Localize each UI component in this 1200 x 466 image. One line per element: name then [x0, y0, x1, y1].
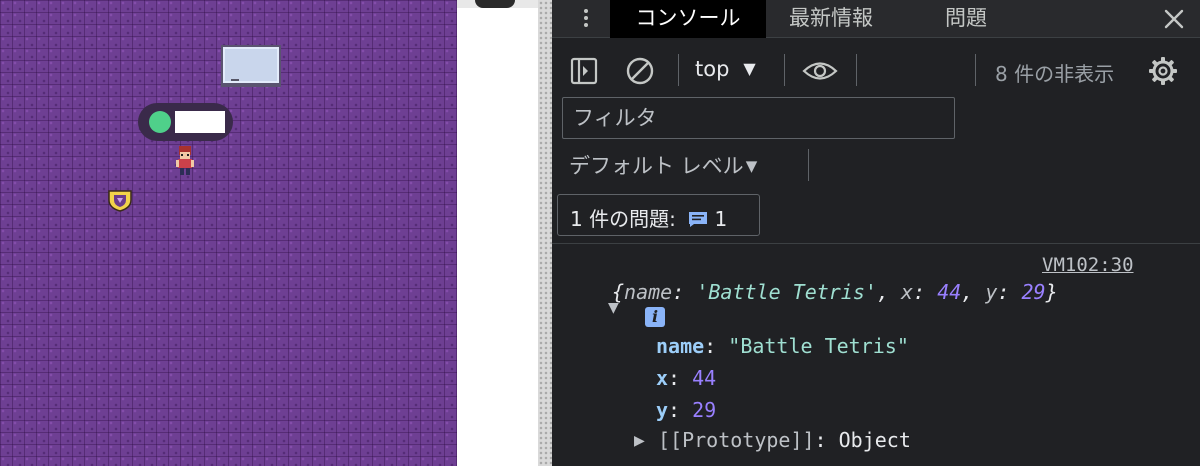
property-value: Battle Tetris [740, 334, 897, 358]
caret-down-icon: ▼ [743, 59, 756, 78]
whiteboard-object[interactable] [221, 45, 281, 87]
game-canvas[interactable] [0, 0, 457, 466]
prototype-key: [[Prototype]] [658, 428, 815, 452]
object-key-name: name [624, 280, 673, 304]
context-selector[interactable]: top ▼ [695, 57, 756, 85]
shield-item-icon[interactable] [106, 188, 134, 212]
resize-handle[interactable] [538, 0, 552, 466]
issues-label: 1 件の問題: [570, 207, 676, 231]
eye-icon[interactable] [802, 56, 838, 86]
tab-console[interactable]: コンソール [610, 0, 766, 38]
tab-issues[interactable]: 問題 [922, 0, 1010, 38]
top-strip [457, 0, 538, 8]
toolbar-divider [856, 54, 857, 86]
side-panel [457, 8, 538, 466]
property-row-name: name: "Battle Tetris" [656, 334, 909, 358]
sidebar-toggle-icon[interactable] [569, 56, 599, 86]
property-row-y: y: 29 [656, 398, 717, 422]
toolbar-divider [678, 54, 679, 86]
object-value-name: Battle Tetris [708, 280, 865, 304]
expand-caret-icon[interactable]: ▼ [608, 300, 619, 316]
clear-console-icon[interactable] [625, 56, 655, 86]
expand-caret-icon[interactable]: ▶ [634, 433, 645, 449]
toolbar-divider [975, 54, 976, 86]
context-selector-label: top [695, 57, 730, 81]
tab-whats-new[interactable]: 最新情報 [770, 0, 892, 38]
hidden-messages-count: 8 件の非表示 [995, 62, 1115, 86]
property-value: 44 [692, 366, 717, 390]
toolbar-divider [808, 149, 809, 181]
property-key: x [656, 366, 669, 390]
close-icon[interactable] [1160, 5, 1188, 33]
property-key: y [656, 398, 669, 422]
devtools-panel: コンソール 最新情報 問題 top ▼ 8 件の非表示 フィルタ デフォルト レ… [552, 0, 1200, 466]
prototype-value: Object [838, 428, 911, 452]
object-value-y: 29 [1021, 280, 1046, 304]
property-key: name [656, 334, 705, 358]
property-value: 29 [692, 398, 717, 422]
issues-button[interactable]: 1 件の問題: 1 [557, 194, 760, 236]
player-avatar-icon[interactable] [175, 146, 195, 176]
log-levels-label: デフォルト レベル [569, 154, 744, 178]
filter-input[interactable] [562, 97, 955, 139]
object-key-y: y [985, 280, 998, 304]
property-row-x: x: 44 [656, 366, 717, 390]
info-icon[interactable]: i [645, 307, 665, 327]
status-dot-icon [149, 111, 171, 133]
message-icon [689, 212, 708, 227]
issues-count: 1 [714, 207, 728, 231]
toolbar-divider [784, 54, 785, 86]
console-output: VM102:30 {name: 'Battle Tetris', x: 44, … [552, 243, 1200, 466]
gear-icon[interactable] [1148, 56, 1178, 86]
log-levels-dropdown[interactable]: デフォルト レベル ▼ [569, 150, 757, 180]
object-key-x: x [901, 280, 914, 304]
prototype-row[interactable]: [[Prototype]]: Object [658, 428, 911, 452]
more-options-icon[interactable] [578, 6, 594, 32]
source-link[interactable]: VM102:30 [1042, 254, 1134, 276]
devtools-tabbar: コンソール 最新情報 問題 [552, 0, 1200, 38]
player-nameplate [138, 103, 233, 141]
player-name-box [175, 111, 225, 133]
caret-down-icon: ▼ [745, 157, 758, 175]
object-value-x: 44 [937, 280, 962, 304]
console-toolbar: top ▼ 8 件の非表示 [552, 46, 1200, 96]
object-preview[interactable]: {name: 'Battle Tetris', x: 44, y: 29} [612, 280, 1058, 304]
